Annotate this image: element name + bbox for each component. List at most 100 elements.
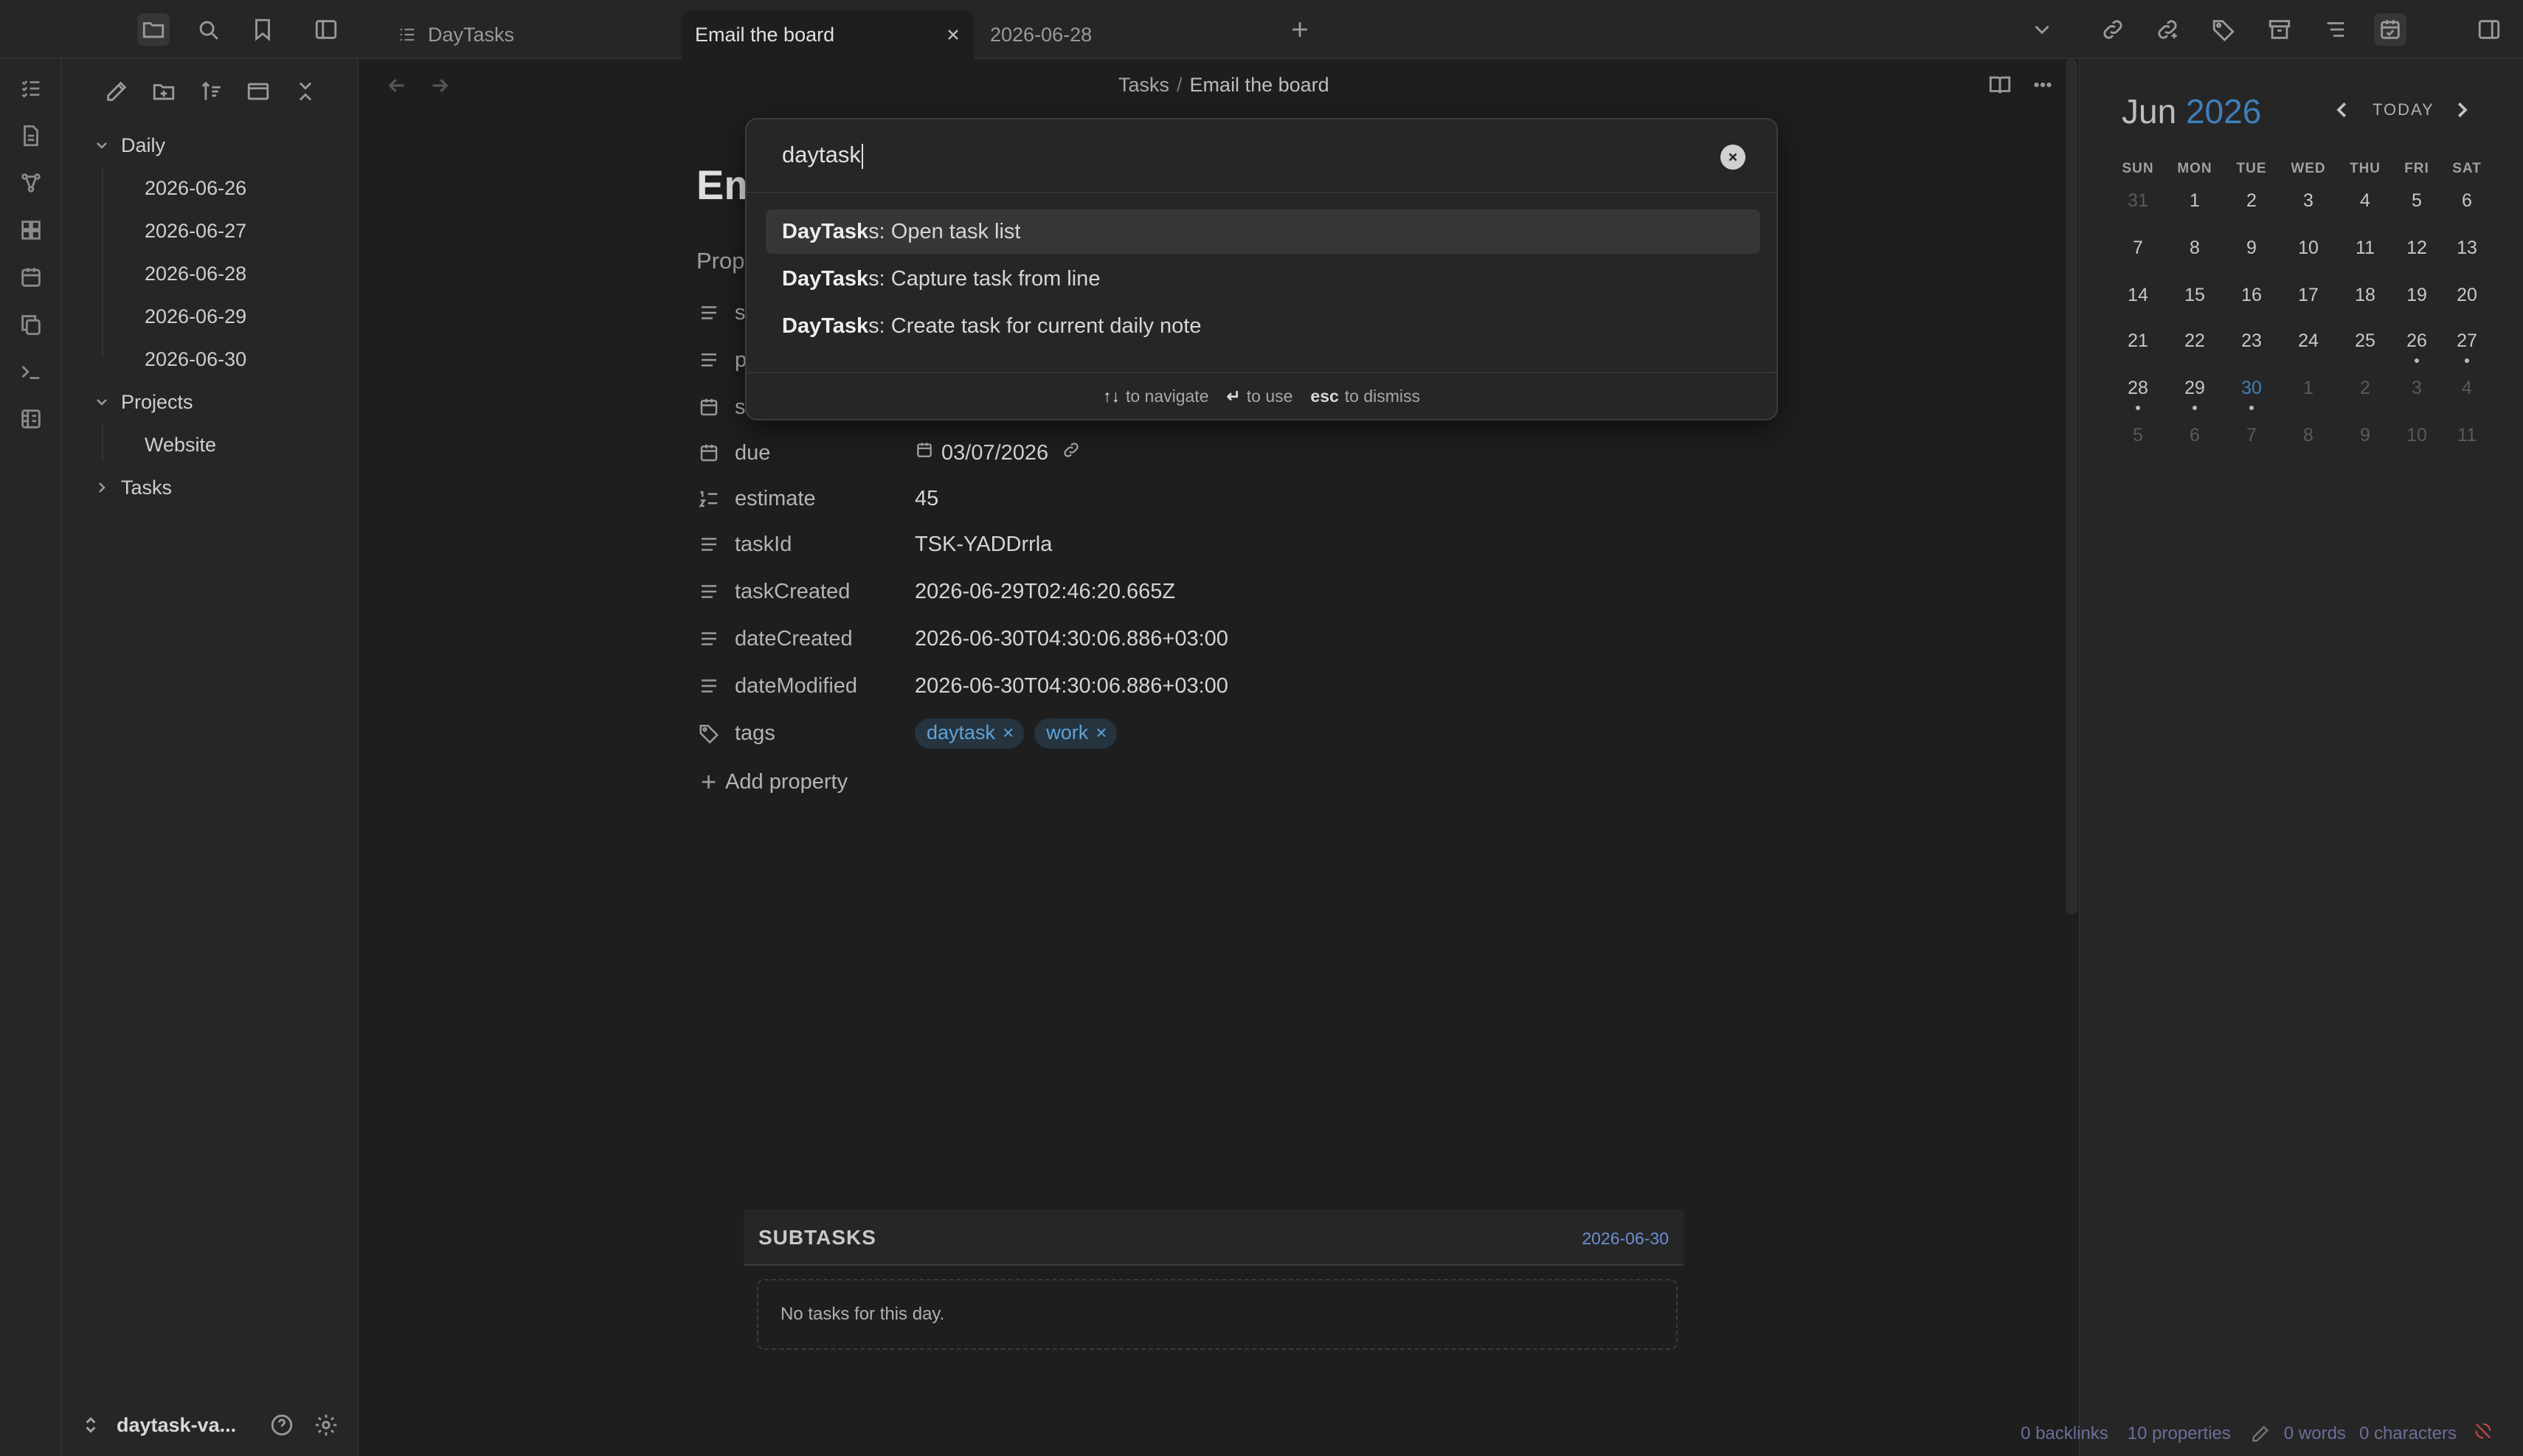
new-folder-icon[interactable]: [148, 75, 180, 108]
file-icon[interactable]: [16, 121, 46, 150]
new-tab-icon[interactable]: [1284, 13, 1316, 46]
palette-suggestion[interactable]: DayTask s: Create task for current daily …: [766, 304, 1760, 348]
folder-icon[interactable]: [137, 13, 170, 46]
file-item[interactable]: 2026-06-29: [145, 298, 246, 335]
file-item[interactable]: 2026-06-27: [145, 212, 246, 249]
property-row-estimate[interactable]: estimate 45: [696, 478, 1582, 519]
tab-2026-06-28[interactable]: 2026-06-28: [977, 10, 1272, 59]
calendar-day[interactable]: 23: [2229, 330, 2274, 352]
calendar-day[interactable]: 11: [2343, 238, 2387, 259]
copy-icon[interactable]: [16, 310, 46, 339]
calendar-icon[interactable]: [2374, 13, 2406, 46]
calendar-day[interactable]: 5: [2116, 425, 2160, 446]
properties-heading[interactable]: Prop: [696, 248, 744, 274]
calendar-day[interactable]: 22: [2173, 330, 2217, 352]
property-value[interactable]: 03/07/2026: [915, 440, 1081, 465]
calendar-day[interactable]: 6: [2173, 425, 2217, 446]
outline-icon[interactable]: [2319, 13, 2352, 46]
calendar-day[interactable]: 29: [2173, 378, 2217, 399]
calendar-day[interactable]: 31: [2116, 190, 2160, 212]
calendar-day[interactable]: 27: [2445, 330, 2489, 352]
breadcrumb-current[interactable]: Email the board: [1190, 74, 1329, 96]
blocks-icon[interactable]: [16, 215, 46, 245]
edit-mode-icon[interactable]: [2250, 1424, 2271, 1444]
add-property-button[interactable]: + Add property: [701, 769, 848, 795]
sort-icon[interactable]: [195, 75, 227, 108]
calendar-icon[interactable]: [16, 263, 46, 292]
tasks-list-icon[interactable]: [16, 74, 46, 103]
calendar-day[interactable]: 8: [2286, 425, 2330, 446]
calendar-day[interactable]: 7: [2116, 238, 2160, 259]
collapse-all-icon[interactable]: [289, 75, 322, 108]
calendar-day[interactable]: 1: [2286, 378, 2330, 399]
calendar-day[interactable]: 10: [2286, 238, 2330, 259]
calendar-day[interactable]: 28: [2116, 378, 2160, 399]
calendar-day[interactable]: 2: [2229, 190, 2274, 212]
file-item[interactable]: 2026-06-30: [145, 341, 246, 378]
calendar-day[interactable]: 13: [2445, 238, 2489, 259]
right-sidebar-toggle-icon[interactable]: [2473, 13, 2505, 46]
chevron-down-icon[interactable]: [2026, 13, 2058, 46]
chevron-left-icon[interactable]: [2331, 99, 2353, 125]
folder-daily[interactable]: Daily: [93, 127, 165, 164]
calendar-day[interactable]: 30: [2229, 378, 2274, 399]
calendar-day[interactable]: 4: [2445, 378, 2489, 399]
calendar-day[interactable]: 26: [2395, 330, 2439, 352]
palette-search-input[interactable]: daytask: [747, 119, 1776, 193]
calendar-day[interactable]: 6: [2445, 190, 2489, 212]
archive-icon[interactable]: [2263, 13, 2296, 46]
property-row-datemodified[interactable]: dateModified 2026-06-30T04:30:06.886+03:…: [696, 665, 1582, 707]
calendar-day[interactable]: 14: [2116, 285, 2160, 306]
more-options-icon[interactable]: [2030, 72, 2055, 101]
calendar-day[interactable]: 19: [2395, 285, 2439, 306]
settings-icon[interactable]: [310, 1409, 342, 1441]
calendar-day[interactable]: 12: [2395, 238, 2439, 259]
calendar-day[interactable]: 18: [2343, 285, 2387, 306]
folder-tasks[interactable]: Tasks: [93, 469, 172, 506]
breadcrumb-parent[interactable]: Tasks: [1118, 74, 1169, 96]
property-row-taskid[interactable]: taskId TSK-YADDrrla: [696, 524, 1582, 565]
calendar-day[interactable]: 10: [2395, 425, 2439, 446]
kanban-icon[interactable]: [16, 404, 46, 434]
tag-pill[interactable]: daytask ×: [915, 718, 1025, 749]
calendar-day[interactable]: 9: [2229, 238, 2274, 259]
bookmark-icon[interactable]: [246, 13, 279, 46]
calendar-day[interactable]: 1: [2173, 190, 2217, 212]
folder-projects[interactable]: Projects: [93, 384, 193, 420]
help-icon[interactable]: [266, 1409, 298, 1441]
calendar-day[interactable]: 4: [2343, 190, 2387, 212]
editor-scrollbar[interactable]: [2066, 59, 2077, 915]
auto-reveal-icon[interactable]: [242, 75, 274, 108]
file-item[interactable]: 2026-06-28: [145, 255, 246, 292]
link-icon[interactable]: [2097, 13, 2129, 46]
remove-tag-icon[interactable]: ×: [1003, 721, 1014, 744]
property-row-tags[interactable]: tags daytask × work ×: [696, 713, 1582, 754]
property-value[interactable]: 2026-06-30T04:30:06.886+03:00: [915, 627, 1228, 651]
file-item[interactable]: Website: [145, 426, 216, 463]
palette-suggestion[interactable]: DayTask s: Capture task from line: [766, 257, 1760, 301]
calendar-day[interactable]: 15: [2173, 285, 2217, 306]
property-value[interactable]: 2026-06-30T04:30:06.886+03:00: [915, 674, 1228, 698]
back-arrow-icon[interactable]: [385, 74, 409, 101]
calendar-day[interactable]: 17: [2286, 285, 2330, 306]
properties-count[interactable]: 10 properties: [2128, 1424, 2231, 1444]
subtasks-date[interactable]: 2026-06-30: [1582, 1229, 1669, 1249]
calendar-day[interactable]: 3: [2286, 190, 2330, 212]
property-row-datecreated[interactable]: dateCreated 2026-06-30T04:30:06.886+03:0…: [696, 618, 1582, 659]
calendar-day[interactable]: 16: [2229, 285, 2274, 306]
calendar-day[interactable]: 9: [2343, 425, 2387, 446]
property-value[interactable]: 45: [915, 487, 938, 511]
terminal-icon[interactable]: [16, 357, 46, 386]
palette-suggestion[interactable]: DayTask s: Open task list: [766, 209, 1760, 254]
calendar-day[interactable]: 5: [2395, 190, 2439, 212]
graph-icon[interactable]: [16, 168, 46, 198]
sidebar-toggle-icon[interactable]: [310, 13, 342, 46]
tab-daytasks[interactable]: DayTasks: [384, 10, 679, 59]
tag-icon[interactable]: [2207, 13, 2240, 46]
calendar-day[interactable]: 20: [2445, 285, 2489, 306]
forward-arrow-icon[interactable]: [428, 74, 451, 101]
chevron-right-icon[interactable]: [2451, 99, 2473, 125]
calendar-day[interactable]: 21: [2116, 330, 2160, 352]
vault-switcher[interactable]: daytask-va...: [81, 1409, 236, 1441]
today-button[interactable]: TODAY: [2373, 100, 2434, 119]
